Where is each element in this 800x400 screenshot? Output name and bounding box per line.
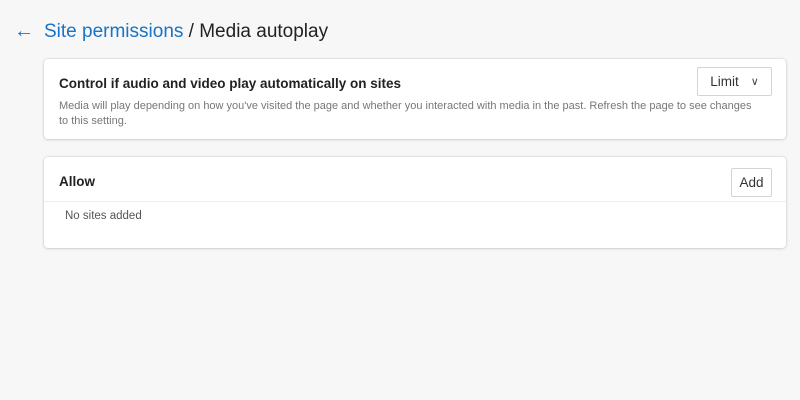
breadcrumb: Site permissions / Media autoplay — [44, 21, 328, 43]
autoplay-mode-value: Limit — [710, 74, 739, 89]
chevron-down-icon: ∨ — [750, 76, 759, 88]
autoplay-mode-dropdown[interactable]: Limit ∨ — [697, 67, 772, 96]
divider — [44, 201, 786, 202]
autoplay-setting-title: Control if audio and video play automati… — [59, 76, 402, 91]
autoplay-setting-description: Media will play depending on how you've … — [59, 100, 752, 127]
breadcrumb-site-permissions-link[interactable]: Site permissions — [44, 21, 183, 42]
allow-list-card: Allow Add No sites added — [44, 157, 786, 248]
allow-heading: Allow — [59, 174, 95, 189]
back-arrow-icon[interactable]: ← — [14, 20, 34, 43]
page-title: Media autoplay — [199, 21, 329, 42]
add-site-button[interactable]: Add — [731, 168, 772, 197]
breadcrumb-separator: / — [183, 21, 200, 42]
empty-list-text: No sites added — [65, 210, 142, 222]
autoplay-setting-card: Control if audio and video play automati… — [44, 59, 786, 139]
